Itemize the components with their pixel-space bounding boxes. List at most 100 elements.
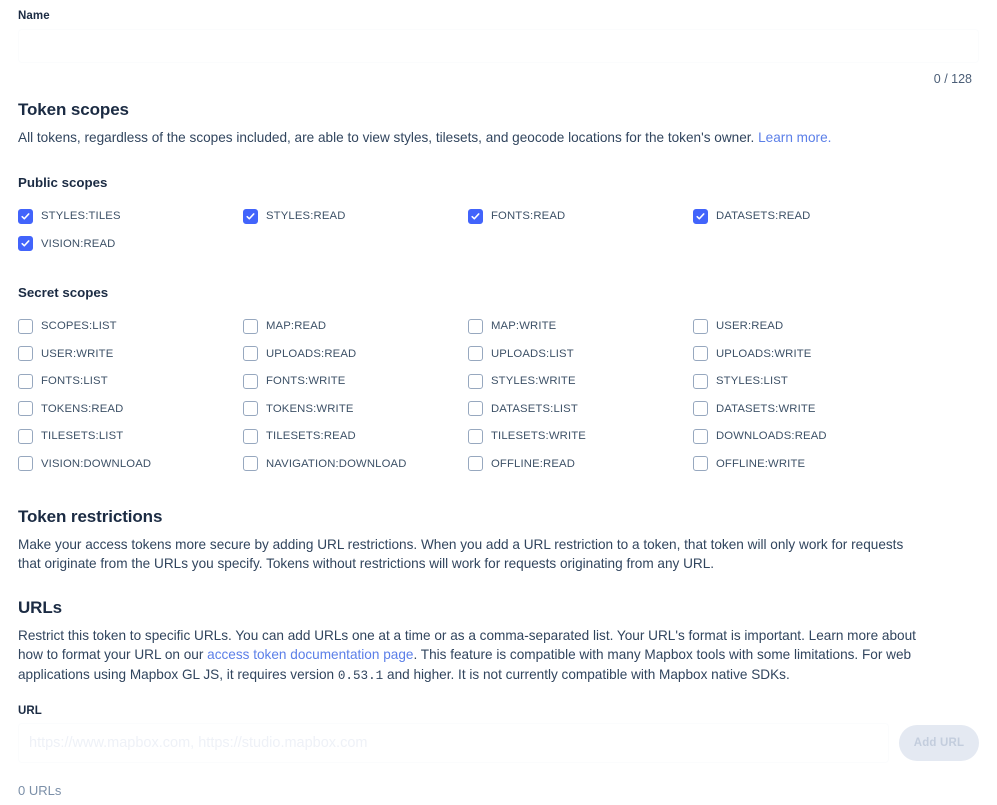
secret-scopes-block: Secret scopes SCOPES:LIST MAP:READ MAP:WRI…	[18, 284, 979, 478]
scope-option-tokens-write[interactable]: TOKENS:WRITE	[243, 395, 468, 423]
scope-option-label: UPLOADS:READ	[266, 347, 357, 360]
checkbox-unchecked-icon[interactable]	[243, 428, 258, 444]
scope-option-offline-write[interactable]: OFFLINE:WRITE	[693, 450, 979, 478]
name-input[interactable]	[18, 29, 979, 63]
url-count-label: 0 URLs	[18, 783, 62, 798]
scope-option-user-read[interactable]: USER:READ	[693, 313, 979, 341]
checkbox-unchecked-icon[interactable]	[693, 456, 708, 472]
scope-option-datasets-read[interactable]: DATASETS:READ	[693, 203, 979, 231]
scope-option-styles-read[interactable]: STYLES:READ	[243, 203, 468, 231]
scope-option-tokens-read[interactable]: TOKENS:READ	[18, 395, 243, 423]
checkbox-unchecked-icon[interactable]	[18, 318, 33, 334]
url-input-row: Add URL	[18, 723, 979, 763]
scope-option-label: UPLOADS:WRITE	[716, 347, 812, 360]
url-input[interactable]	[18, 723, 889, 763]
scope-option-tilesets-read[interactable]: TILESETS:READ	[243, 423, 468, 451]
scope-option-label: TOKENS:WRITE	[266, 402, 354, 415]
url-field-label: URL	[18, 705, 42, 717]
checkbox-unchecked-icon[interactable]	[18, 428, 33, 444]
scope-option-label: MAP:WRITE	[491, 320, 557, 333]
scope-option-styles-list[interactable]: STYLES:LIST	[693, 368, 979, 396]
scope-option-map-write[interactable]: MAP:WRITE	[468, 313, 693, 341]
scope-option-label: STYLES:TILES	[41, 210, 121, 223]
checkbox-unchecked-icon[interactable]	[693, 318, 708, 334]
scope-option-tilesets-write[interactable]: TILESETS:WRITE	[468, 423, 693, 451]
scope-option-uploads-read[interactable]: UPLOADS:READ	[243, 340, 468, 368]
scope-option-fonts-read[interactable]: FONTS:READ	[468, 203, 693, 231]
token-restrictions-block: Token restrictions Make your access toke…	[18, 506, 979, 574]
checkbox-unchecked-icon[interactable]	[693, 373, 708, 389]
access-token-documentation-link[interactable]: access token documentation page	[207, 647, 413, 662]
name-input-wrapper	[18, 29, 979, 63]
checkbox-unchecked-icon[interactable]	[468, 318, 483, 334]
secret-scopes-grid: SCOPES:LIST MAP:READ MAP:WRITE USER:READ USE…	[18, 313, 979, 478]
name-field-label: Name	[18, 10, 50, 22]
checkbox-unchecked-icon[interactable]	[18, 346, 33, 362]
checkbox-unchecked-icon[interactable]	[468, 401, 483, 417]
scope-option-label: DOWNLOADS:READ	[716, 430, 827, 443]
token-restrictions-heading: Token restrictions	[18, 506, 163, 526]
urls-heading: URLs	[18, 597, 62, 617]
scope-option-label: TOKENS:READ	[41, 402, 124, 415]
scope-option-label: TILESETS:READ	[266, 430, 356, 443]
checkbox-checked-icon[interactable]	[468, 208, 483, 224]
scope-option-label: USER:WRITE	[41, 347, 114, 360]
scope-option-user-write[interactable]: USER:WRITE	[18, 340, 243, 368]
checkbox-unchecked-icon[interactable]	[693, 346, 708, 362]
checkbox-checked-icon[interactable]	[693, 208, 708, 224]
scope-option-label: STYLES:READ	[266, 210, 346, 223]
scope-option-downloads-read[interactable]: DOWNLOADS:READ	[693, 423, 979, 451]
scope-option-offline-read[interactable]: OFFLINE:READ	[468, 450, 693, 478]
scope-option-vision-download[interactable]: VISION:DOWNLOAD	[18, 450, 243, 478]
character-counter: 0 / 128	[933, 72, 972, 86]
scope-option-fonts-write[interactable]: FONTS:WRITE	[243, 368, 468, 396]
checkbox-unchecked-icon[interactable]	[243, 401, 258, 417]
checkbox-unchecked-icon[interactable]	[468, 346, 483, 362]
checkbox-unchecked-icon[interactable]	[468, 456, 483, 472]
scope-option-label: NAVIGATION:DOWNLOAD	[266, 457, 407, 470]
checkbox-unchecked-icon[interactable]	[693, 428, 708, 444]
scope-option-label: STYLES:WRITE	[491, 375, 576, 388]
token-restrictions-description: Make your access tokens more secure by a…	[18, 536, 904, 572]
checkbox-unchecked-icon[interactable]	[468, 373, 483, 389]
checkbox-unchecked-icon[interactable]	[243, 456, 258, 472]
scope-option-navigation-download[interactable]: NAVIGATION:DOWNLOAD	[243, 450, 468, 478]
checkbox-unchecked-icon[interactable]	[243, 346, 258, 362]
checkbox-checked-icon[interactable]	[18, 236, 33, 252]
checkbox-checked-icon[interactable]	[243, 208, 258, 224]
checkbox-checked-icon[interactable]	[18, 208, 33, 224]
learn-more-link[interactable]: Learn more.	[758, 130, 831, 145]
scope-option-map-read[interactable]: MAP:READ	[243, 313, 468, 341]
scope-option-vision-read[interactable]: VISION:READ	[18, 230, 243, 258]
public-scopes-block: Public scopes STYLES:TILES STYLES:READ FON…	[18, 174, 979, 258]
scope-option-datasets-list[interactable]: DATASETS:LIST	[468, 395, 693, 423]
scope-option-scopes-list[interactable]: SCOPES:LIST	[18, 313, 243, 341]
scope-option-styles-write[interactable]: STYLES:WRITE	[468, 368, 693, 396]
checkbox-unchecked-icon[interactable]	[18, 373, 33, 389]
checkbox-unchecked-icon[interactable]	[693, 401, 708, 417]
add-url-button[interactable]: Add URL	[899, 725, 979, 761]
token-scopes-heading: Token scopes	[18, 100, 129, 119]
scope-option-label: SCOPES:LIST	[41, 320, 117, 333]
scope-option-label: TILESETS:LIST	[41, 430, 124, 443]
checkbox-unchecked-icon[interactable]	[468, 428, 483, 444]
scope-option-label: MAP:READ	[266, 320, 327, 333]
scope-option-label: FONTS:LIST	[41, 375, 108, 388]
urls-description-part3: and higher. It is not currently compatib…	[383, 666, 790, 682]
public-scopes-heading: Public scopes	[18, 174, 108, 190]
checkbox-unchecked-icon[interactable]	[243, 373, 258, 389]
scope-option-uploads-write[interactable]: UPLOADS:WRITE	[693, 340, 979, 368]
scope-option-uploads-list[interactable]: UPLOADS:LIST	[468, 340, 693, 368]
checkbox-unchecked-icon[interactable]	[18, 401, 33, 417]
checkbox-unchecked-icon[interactable]	[18, 456, 33, 472]
scope-option-label: FONTS:WRITE	[266, 375, 346, 388]
token-scopes-description-text: All tokens, regardless of the scopes inc…	[18, 130, 759, 145]
scope-option-tilesets-list[interactable]: TILESETS:LIST	[18, 423, 243, 451]
scope-option-label: UPLOADS:LIST	[491, 347, 574, 360]
scope-option-label: TILESETS:WRITE	[491, 430, 586, 443]
scope-option-label: DATASETS:WRITE	[716, 402, 816, 415]
checkbox-unchecked-icon[interactable]	[243, 318, 258, 334]
scope-option-fonts-list[interactable]: FONTS:LIST	[18, 368, 243, 396]
scope-option-styles-tiles[interactable]: STYLES:TILES	[18, 203, 243, 231]
scope-option-datasets-write[interactable]: DATASETS:WRITE	[693, 395, 979, 423]
